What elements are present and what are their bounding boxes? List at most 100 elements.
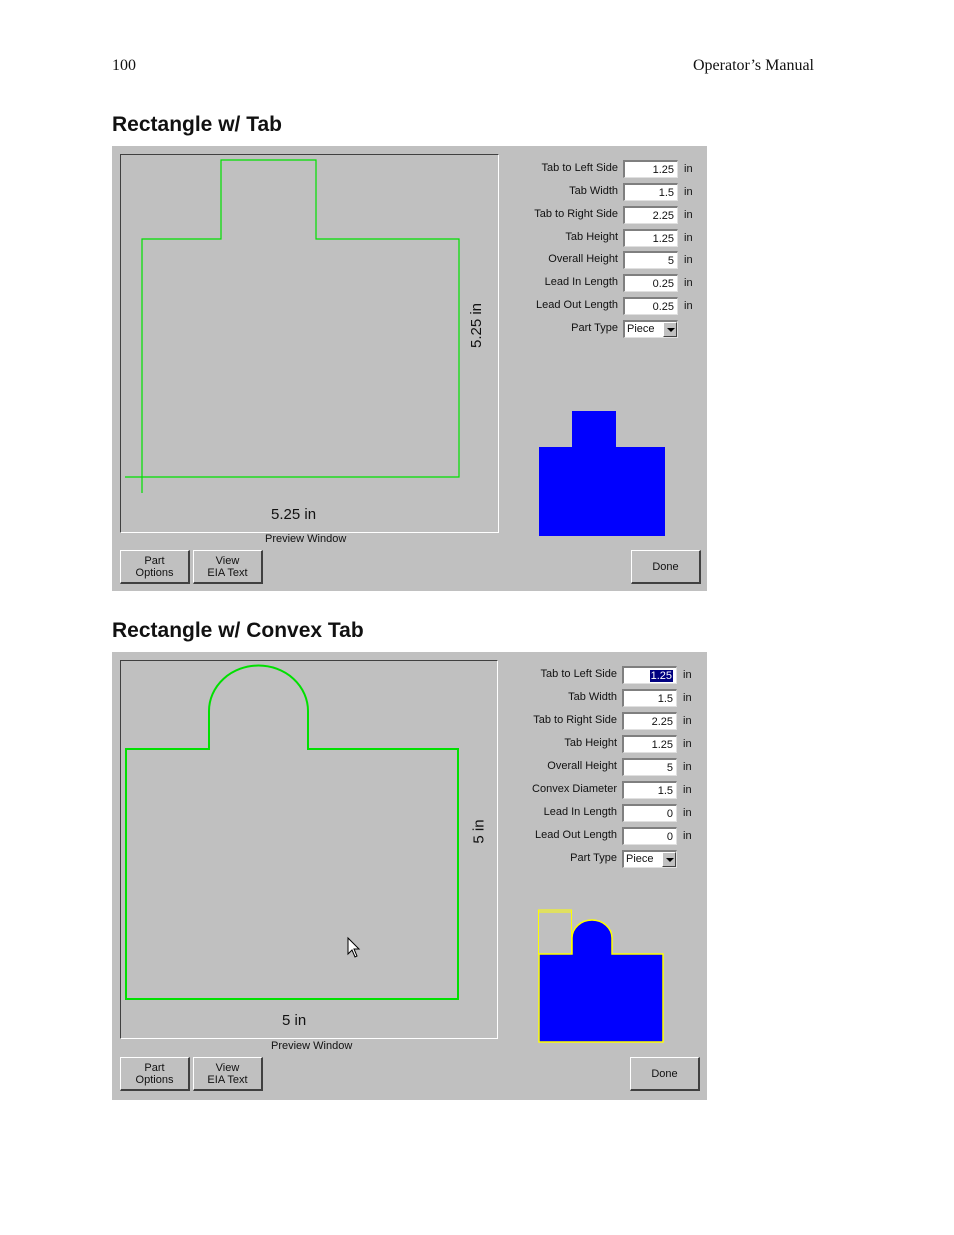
param-row-tab-height: Tab Height 1.25 in bbox=[112, 735, 707, 753]
unit-label: in bbox=[684, 277, 693, 289]
button-label-line: Options bbox=[135, 1073, 174, 1086]
part-type-value: Piece bbox=[626, 853, 654, 865]
param-label: Overall Height bbox=[548, 253, 618, 265]
tab-to-left-highlight bbox=[538, 909, 572, 955]
param-label: Tab to Left Side bbox=[541, 162, 618, 174]
tab-to-left-side-input[interactable]: 1.25 bbox=[623, 160, 678, 178]
unit-label: in bbox=[683, 830, 692, 842]
unit-label: in bbox=[683, 738, 692, 750]
tab-to-right-side-input[interactable]: 2.25 bbox=[623, 206, 678, 224]
button-label: Done bbox=[651, 1067, 678, 1080]
param-label: Lead Out Length bbox=[535, 829, 617, 841]
done-button[interactable]: Done bbox=[631, 550, 701, 584]
button-label-line: Options bbox=[135, 566, 174, 579]
param-row-tab-to-right-side: Tab to Right Side 2.25 in bbox=[112, 206, 707, 224]
param-row-tab-to-right-side: Tab to Right Side 2.25 in bbox=[112, 712, 707, 730]
convex-diameter-input[interactable]: 1.5 bbox=[622, 781, 677, 799]
selected-text: 1.25 bbox=[649, 670, 673, 682]
param-label: Tab Height bbox=[565, 231, 618, 243]
part-options-button[interactable]: Part Options bbox=[120, 550, 190, 584]
unit-label: in bbox=[684, 209, 693, 221]
param-row-tab-width: Tab Width 1.5 in bbox=[112, 689, 707, 707]
section-heading-rectangle-convex-tab: Rectangle w/ Convex Tab bbox=[112, 619, 364, 642]
param-row-part-type: Part Type Piece bbox=[112, 320, 707, 338]
unit-label: in bbox=[684, 232, 693, 244]
param-label: Lead In Length bbox=[543, 806, 617, 818]
button-label-line: Part bbox=[144, 1061, 165, 1074]
param-label: Lead Out Length bbox=[536, 299, 618, 311]
param-row-tab-to-left-side: Tab to Left Side 1.25 in bbox=[112, 666, 707, 684]
param-row-lead-in-length: Lead In Length 0 in bbox=[112, 804, 707, 822]
part-options-button[interactable]: Part Options bbox=[120, 1057, 190, 1091]
param-row-part-type: Part Type Piece bbox=[112, 850, 707, 868]
lead-out-length-input[interactable]: 0.25 bbox=[623, 297, 678, 315]
param-row-tab-width: Tab Width 1.5 in bbox=[112, 183, 707, 201]
lead-in-length-input[interactable]: 0.25 bbox=[623, 274, 678, 292]
param-label: Tab Width bbox=[569, 185, 618, 197]
part-thumbnail bbox=[538, 909, 664, 1043]
mouse-pointer-icon bbox=[347, 936, 361, 958]
param-row-convex-diameter: Convex Diameter 1.5 in bbox=[112, 781, 707, 799]
button-label-line: Part bbox=[144, 554, 165, 567]
tab-width-input[interactable]: 1.5 bbox=[623, 183, 678, 201]
param-row-tab-height: Tab Height 1.25 in bbox=[112, 229, 707, 247]
view-eia-text-button[interactable]: View EIA Text bbox=[193, 550, 263, 584]
param-row-lead-out-length: Lead Out Length 0.25 in bbox=[112, 297, 707, 315]
section-heading-rectangle-tab: Rectangle w/ Tab bbox=[112, 113, 282, 136]
param-row-lead-out-length: Lead Out Length 0 in bbox=[112, 827, 707, 845]
overall-height-input[interactable]: 5 bbox=[622, 758, 677, 776]
part-type-select[interactable]: Piece bbox=[623, 320, 678, 338]
tab-to-left-side-input[interactable]: 1.25 bbox=[622, 666, 677, 684]
lead-out-length-input[interactable]: 0 bbox=[622, 827, 677, 845]
param-label: Overall Height bbox=[547, 760, 617, 772]
view-eia-text-button[interactable]: View EIA Text bbox=[193, 1057, 263, 1091]
manual-title: Operator’s Manual bbox=[693, 57, 814, 74]
preview-window-caption: Preview Window bbox=[271, 1040, 353, 1052]
rectangle-tab-dialog: 5.25 in 5.25 in Preview Window Tab to Le… bbox=[112, 146, 707, 591]
param-row-overall-height: Overall Height 5 in bbox=[112, 251, 707, 269]
button-label-line: View bbox=[215, 554, 240, 567]
width-dimension-label: 5.25 in bbox=[271, 506, 317, 523]
param-label: Tab to Right Side bbox=[534, 208, 618, 220]
unit-label: in bbox=[684, 163, 693, 175]
param-row-lead-in-length: Lead In Length 0.25 in bbox=[112, 274, 707, 292]
tab-height-input[interactable]: 1.25 bbox=[622, 735, 677, 753]
button-label: Done bbox=[652, 560, 679, 573]
thumbnail-shape bbox=[538, 919, 664, 1043]
part-type-select[interactable]: Piece bbox=[622, 850, 677, 868]
dropdown-arrow-icon[interactable] bbox=[663, 322, 677, 337]
unit-label: in bbox=[683, 761, 692, 773]
param-label: Tab Height bbox=[564, 737, 617, 749]
done-button[interactable]: Done bbox=[630, 1057, 700, 1091]
unit-label: in bbox=[683, 784, 692, 796]
param-label: Tab Width bbox=[568, 691, 617, 703]
param-row-overall-height: Overall Height 5 in bbox=[112, 758, 707, 776]
tab-to-right-side-input[interactable]: 2.25 bbox=[622, 712, 677, 730]
width-dimension-label: 5 in bbox=[282, 1012, 307, 1029]
tab-width-input[interactable]: 1.5 bbox=[622, 689, 677, 707]
unit-label: in bbox=[683, 807, 692, 819]
param-label: Lead In Length bbox=[544, 276, 618, 288]
preview-window-caption: Preview Window bbox=[265, 533, 347, 545]
param-row-tab-to-left-side: Tab to Left Side 1.25 in bbox=[112, 160, 707, 178]
overall-height-input[interactable]: 5 bbox=[623, 251, 678, 269]
unit-label: in bbox=[684, 254, 693, 266]
rectangle-convex-tab-dialog: 5 in 5 in Preview Window Tab to Left Sid… bbox=[112, 652, 707, 1100]
part-thumbnail bbox=[539, 411, 665, 536]
page-number: 100 bbox=[112, 57, 136, 74]
unit-label: in bbox=[684, 186, 693, 198]
unit-label: in bbox=[683, 669, 692, 681]
button-label-line: EIA Text bbox=[207, 566, 248, 579]
lead-in-length-input[interactable]: 0 bbox=[622, 804, 677, 822]
param-label: Tab to Right Side bbox=[533, 714, 617, 726]
tab-height-input[interactable]: 1.25 bbox=[623, 229, 678, 247]
param-label: Tab to Left Side bbox=[540, 668, 617, 680]
unit-label: in bbox=[683, 715, 692, 727]
thumbnail-shape bbox=[539, 411, 665, 536]
dropdown-arrow-icon[interactable] bbox=[662, 852, 676, 867]
button-label-line: View bbox=[215, 1061, 240, 1074]
param-label: Part Type bbox=[570, 852, 617, 864]
part-type-value: Piece bbox=[627, 323, 655, 335]
param-label: Part Type bbox=[571, 322, 618, 334]
unit-label: in bbox=[684, 300, 693, 312]
